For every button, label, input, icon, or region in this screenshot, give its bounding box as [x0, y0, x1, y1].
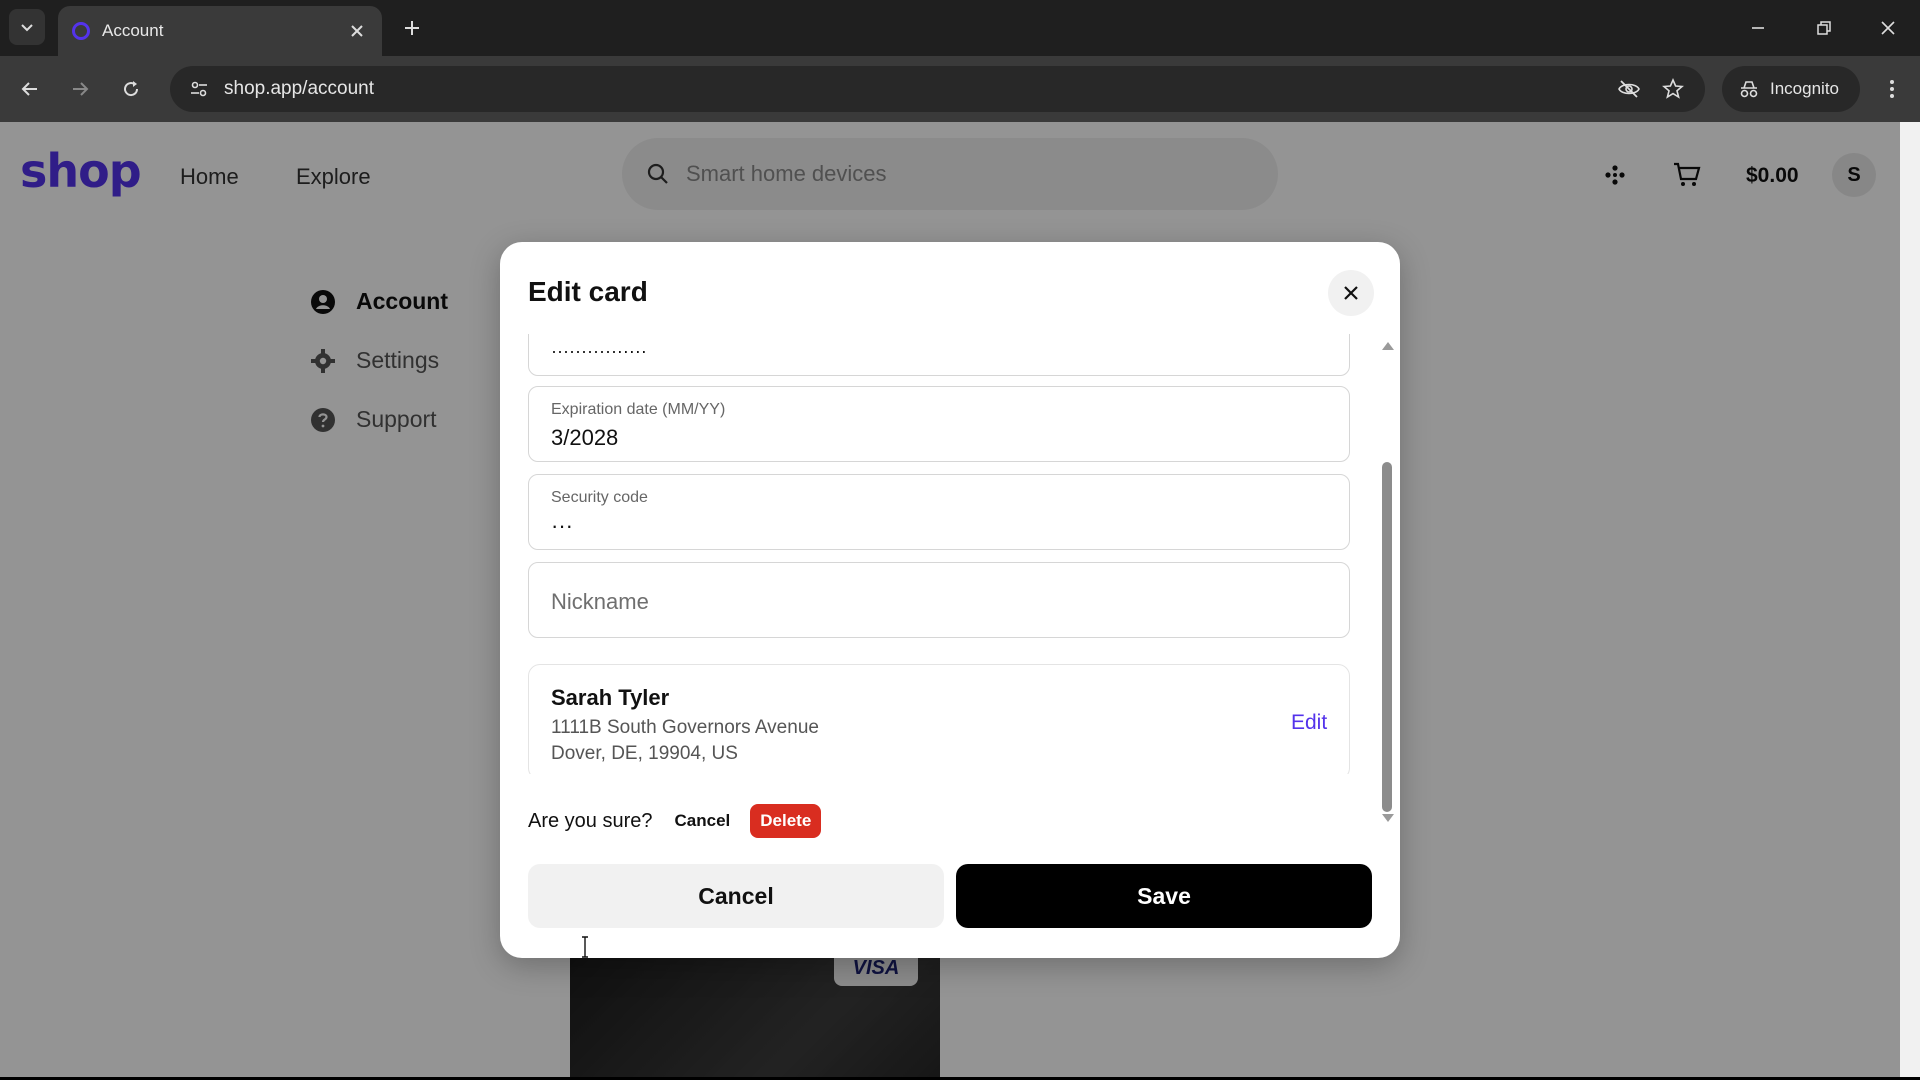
address-line-2: Dover, DE, 19904, US	[551, 743, 738, 764]
incognito-icon	[1740, 81, 1758, 98]
minimize-button[interactable]	[1740, 10, 1776, 46]
edit-address-link[interactable]: Edit	[1291, 711, 1327, 735]
browser-tab-bar: Account	[0, 0, 1920, 56]
dialog-close-button[interactable]	[1328, 270, 1374, 316]
arrow-right-icon	[73, 82, 89, 96]
reload-icon	[124, 81, 139, 97]
url-text[interactable]: shop.app/account	[224, 78, 1603, 100]
save-button[interactable]: Save	[956, 864, 1372, 928]
tune-icon	[191, 81, 207, 97]
dialog-title: Edit card	[528, 276, 648, 307]
page-content: shop Home Explore $0.00 S Account Settin…	[0, 122, 1900, 1077]
tracking-protection-button[interactable]	[1611, 71, 1647, 107]
forward-button[interactable]	[62, 71, 98, 107]
billing-address-card: Sarah Tyler 1111B South Governors Avenue…	[528, 664, 1350, 774]
expiration-value: 3/2028	[551, 425, 619, 450]
address-bar[interactable]: shop.app/account	[170, 66, 1705, 112]
text-cursor-icon	[582, 936, 588, 958]
expiration-field[interactable]: Expiration date (MM/YY) 3/2028	[528, 386, 1350, 462]
browser-toolbar: shop.app/account Incognito	[0, 56, 1920, 122]
plus-icon	[405, 21, 419, 35]
nickname-field[interactable]: Nickname	[528, 562, 1350, 638]
confirm-cancel-button[interactable]: Cancel	[667, 805, 739, 837]
tab-close-button[interactable]	[346, 20, 368, 42]
eye-off-icon	[1618, 80, 1640, 98]
site-info-button[interactable]	[184, 74, 214, 104]
back-button[interactable]	[12, 71, 48, 107]
cancel-button[interactable]: Cancel	[528, 864, 944, 928]
security-code-field[interactable]: Security code ···	[528, 474, 1350, 550]
address-line-1: 1111B South Governors Avenue	[551, 717, 819, 738]
shop-favicon-icon	[72, 22, 90, 40]
nickname-placeholder: Nickname	[551, 589, 649, 614]
page-scrollbar[interactable]	[1900, 122, 1920, 1077]
delete-confirmation: Are you sure? Cancel Delete	[528, 804, 822, 838]
dialog-scrollbar[interactable]	[1380, 342, 1394, 822]
browser-tab-account[interactable]: Account	[58, 6, 382, 56]
edit-card-dialog: Edit card ················ Expiration da…	[500, 242, 1400, 958]
star-icon	[1662, 78, 1684, 99]
expiration-label: Expiration date (MM/YY)	[551, 401, 726, 418]
more-vertical-icon	[1890, 80, 1894, 98]
address-name: Sarah Tyler	[551, 685, 670, 710]
window-close-button[interactable]	[1870, 10, 1906, 46]
close-icon	[1881, 21, 1895, 35]
tab-title: Account	[102, 21, 164, 40]
confirm-question: Are you sure?	[528, 809, 653, 832]
bookmark-button[interactable]	[1655, 71, 1691, 107]
minimize-icon	[1752, 27, 1764, 29]
tab-search-button[interactable]	[9, 9, 45, 45]
reload-button[interactable]	[113, 71, 149, 107]
close-icon	[1344, 286, 1358, 300]
new-tab-button[interactable]	[398, 14, 426, 42]
chevron-down-icon	[21, 24, 33, 32]
scroll-down-arrow-icon[interactable]	[1382, 814, 1394, 822]
browser-menu-button[interactable]	[1874, 71, 1910, 107]
confirm-delete-button[interactable]: Delete	[750, 804, 822, 838]
security-code-label: Security code	[551, 489, 648, 506]
arrow-left-icon	[21, 82, 37, 96]
incognito-label: Incognito	[1770, 79, 1839, 98]
dialog-scroll-area[interactable]: ················ Expiration date (MM/YY)…	[528, 334, 1354, 774]
scrollbar-thumb[interactable]	[1382, 462, 1392, 812]
incognito-indicator[interactable]: Incognito	[1722, 66, 1860, 112]
card-number-value: ················	[551, 341, 647, 361]
close-icon	[351, 25, 363, 37]
security-code-value: ···	[551, 513, 573, 538]
restore-icon	[1817, 21, 1831, 35]
scroll-up-arrow-icon[interactable]	[1382, 342, 1394, 350]
card-number-field[interactable]: ················	[528, 334, 1350, 376]
restore-button[interactable]	[1806, 10, 1842, 46]
